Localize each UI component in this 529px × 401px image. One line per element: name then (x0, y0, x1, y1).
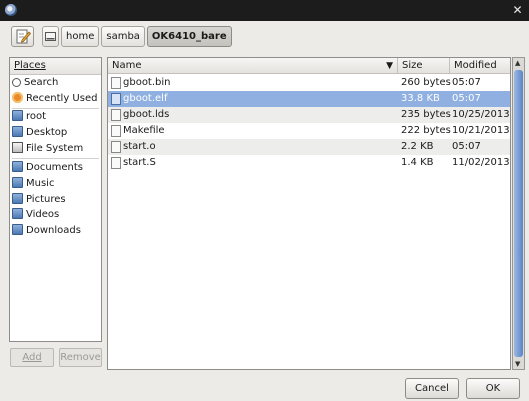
file-modified: 05:07 (452, 93, 481, 104)
sidebar-item-recently-used[interactable]: Recently Used (12, 91, 97, 106)
folder-icon (12, 193, 23, 204)
file-icon (111, 141, 121, 153)
location-edit-toggle-button[interactable] (11, 26, 34, 47)
remove-bookmark-button[interactable]: Remove (59, 348, 102, 367)
search-icon (12, 78, 21, 87)
file-size: 33.8 KB (401, 93, 440, 104)
file-modified: 11/02/2013 (452, 157, 510, 168)
table-row[interactable]: gboot.bin 260 bytes 05:07 (108, 75, 510, 91)
sidebar-item-root[interactable]: root (12, 109, 46, 124)
crumb-samba-button[interactable]: samba (101, 26, 145, 47)
app-icon (5, 4, 17, 16)
file-name: gboot.lds (123, 109, 170, 120)
file-name: gboot.bin (123, 77, 171, 88)
sidebar-item-label: Documents (26, 162, 84, 173)
sidebar-item-label: Recently Used (26, 93, 98, 104)
add-bookmark-button[interactable]: Add (10, 348, 54, 367)
sidebar-separator (12, 158, 99, 159)
crumb-home-button[interactable]: home (61, 26, 100, 47)
add-button-label: Add (22, 352, 42, 363)
table-row[interactable]: Makefile 222 bytes 10/21/2013 (108, 123, 510, 139)
folder-icon (12, 208, 23, 219)
chevron-down-icon: ▼ (386, 61, 393, 71)
file-modified: 05:07 (452, 77, 481, 88)
cancel-button-label: Cancel (415, 383, 449, 394)
file-modified: 10/21/2013 (452, 125, 510, 136)
places-sidebar: Places Search Recently Used root Desktop… (9, 57, 102, 342)
sidebar-item-downloads[interactable]: Downloads (12, 223, 81, 238)
ok-button-label: OK (485, 383, 501, 394)
column-header-name[interactable]: Name ▼ (108, 58, 398, 74)
sidebar-item-file-system[interactable]: File System (12, 141, 83, 156)
places-header[interactable]: Places (10, 58, 101, 75)
path-bar: home samba OK6410_bare (42, 26, 234, 47)
file-name: start.S (123, 157, 156, 168)
file-modified: 05:07 (452, 141, 481, 152)
file-chooser-dialog: ✕ home samba OK6410_bare Places Search R… (0, 0, 529, 401)
sidebar-item-pictures[interactable]: Pictures (12, 192, 66, 207)
cancel-button[interactable]: Cancel (405, 378, 459, 399)
vertical-scrollbar[interactable]: ▲ ▼ (512, 57, 525, 370)
column-header-size[interactable]: Size (398, 58, 450, 74)
file-name: gboot.elf (123, 93, 168, 104)
crumb-current-folder-button[interactable]: OK6410_bare (146, 26, 232, 47)
places-header-label: Places (14, 60, 46, 71)
column-label: Size (402, 60, 423, 71)
file-icon (111, 109, 121, 121)
file-icon (111, 125, 121, 137)
title-bar: ✕ (0, 0, 529, 21)
folder-icon (12, 224, 23, 235)
file-modified: 10/25/2013 (452, 109, 510, 120)
remove-button-label: Remove (60, 352, 101, 363)
crumb-filesystem-button[interactable] (42, 26, 59, 47)
pencil-icon (16, 29, 31, 44)
file-size: 2.2 KB (401, 141, 434, 152)
sidebar-item-desktop[interactable]: Desktop (12, 125, 67, 140)
file-icon (111, 77, 121, 89)
folder-icon (12, 177, 23, 188)
file-size: 1.4 KB (401, 157, 434, 168)
sidebar-item-documents[interactable]: Documents (12, 160, 83, 175)
sidebar-item-label: root (26, 111, 47, 122)
sidebar-item-label: Videos (26, 209, 60, 220)
file-name: Makefile (123, 125, 165, 136)
sidebar-item-label: Downloads (26, 225, 81, 236)
folder-icon (12, 110, 23, 121)
column-header-modified[interactable]: Modified (450, 58, 510, 74)
file-size: 235 bytes (401, 109, 451, 120)
sidebar-item-search[interactable]: Search (12, 75, 58, 90)
sidebar-item-label: Desktop (26, 127, 68, 138)
sidebar-item-music[interactable]: Music (12, 176, 54, 191)
sidebar-item-label: File System (26, 143, 84, 154)
executable-file-icon (111, 93, 121, 105)
recent-icon (12, 92, 23, 103)
table-row[interactable]: gboot.elf 33.8 KB 05:07 (108, 91, 510, 107)
scroll-up-icon[interactable]: ▲ (515, 59, 520, 67)
table-row[interactable]: gboot.lds 235 bytes 10/25/2013 (108, 107, 510, 123)
table-row[interactable]: start.o 2.2 KB 05:07 (108, 139, 510, 155)
table-row[interactable]: start.S 1.4 KB 11/02/2013 (108, 155, 510, 171)
ok-button[interactable]: OK (466, 378, 520, 399)
sidebar-item-label: Pictures (26, 194, 66, 205)
drive-icon (45, 32, 56, 41)
scroll-down-icon[interactable]: ▼ (515, 360, 520, 368)
file-list: Name ▼ Size Modified gboot.bin 260 bytes… (107, 57, 511, 370)
file-size: 222 bytes (401, 125, 451, 136)
column-label: Modified (454, 60, 497, 71)
file-icon (111, 157, 121, 169)
sidebar-item-label: Music (26, 178, 55, 189)
scrollbar-thumb[interactable] (514, 70, 523, 357)
sidebar-item-videos[interactable]: Videos (12, 207, 59, 222)
column-label: Name (112, 60, 142, 71)
file-name: start.o (123, 141, 156, 152)
folder-icon (12, 126, 23, 137)
folder-icon (12, 161, 23, 172)
drive-icon (12, 142, 23, 153)
sidebar-item-label: Search (24, 77, 59, 88)
file-size: 260 bytes (401, 77, 451, 88)
close-icon[interactable]: ✕ (512, 4, 523, 16)
